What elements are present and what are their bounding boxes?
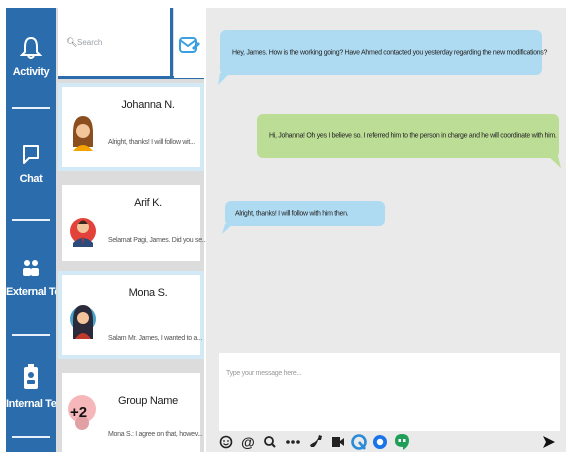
conversation-item[interactable]: Johanna N. Alright, thanks! I will follo… [58,83,204,171]
search-icon[interactable] [263,432,277,452]
message-incoming: Hey, James. How is the working going? Ha… [220,30,547,75]
contact-name: Arif K. [134,197,162,209]
message-text: Hey, James. How is the working going? Ha… [232,49,548,56]
nav-item-activity[interactable]: Activity [6,36,56,78]
nav-item-internal-team[interactable]: Internal Team [6,364,72,410]
message-preview: Selamat Pagi, James. Did you se... [108,237,207,244]
emoji-icon[interactable] [219,432,233,452]
search-icon: 🔍︎ [66,37,78,47]
bubble-tail [222,224,233,234]
avatar [70,112,96,152]
nav-divider [12,334,50,336]
bubble-tail [218,73,230,85]
message-input[interactable]: Type your message here... [219,353,560,431]
nav-item-chat[interactable]: Chat [6,143,56,185]
conversation-item[interactable]: Arif K. Selamat Pagi, James. Did you se.… [58,177,207,265]
bubble-tail [548,156,561,168]
avatar [70,218,96,247]
nav-divider [12,219,50,221]
avatar [70,305,96,339]
nav-divider [12,107,50,109]
message-text: Alright, thanks! I will follow with him … [235,210,349,217]
bell-icon [20,36,42,59]
search-box[interactable]: 🔍︎ Search [58,8,171,78]
conversation-item[interactable]: Mona S. Salam Mr. James, I wanted to a..… [58,271,204,359]
nav-item-external-team[interactable]: External Team [6,258,76,298]
nav-label-external-team: External Team [6,286,76,298]
nav-label-internal-team: Internal Team [6,398,72,410]
nav-label-chat: Chat [19,173,43,185]
chat-icon [23,145,39,164]
badge-icon [24,364,38,389]
compose-button[interactable] [174,8,204,78]
mention-icon[interactable]: @ [241,432,255,452]
contact-name: Group Name [118,395,178,407]
message-preview: Mona S.: I agree on that, howev... [108,431,203,438]
contact-name: Johanna N. [121,99,175,111]
send-button[interactable] [542,432,556,452]
message-outgoing: Hi, Johanna! Oh yes I believe so. I refe… [257,114,559,158]
nav-divider [12,436,50,438]
message-text: Hi, Johanna! Oh yes I believe so. I refe… [269,132,557,140]
conversation-item[interactable]: +2 Group Name Mona S.: I agree on that, … [58,365,204,452]
hangouts-icon[interactable] [394,432,410,452]
message-incoming: Alright, thanks! I will follow with him … [225,201,385,226]
contact-name: Mona S. [128,287,168,299]
team-icon [23,260,39,276]
skype-icon[interactable] [372,432,388,452]
search-divider [170,8,173,78]
nav-label-activity: Activity [12,66,50,78]
group-count-badge: +2 [70,404,88,421]
side-nav: Activity Chat External Team Internal Tea… [6,8,76,452]
composer-toolbar: @ [219,432,560,452]
message-placeholder: Type your message here... [226,370,302,377]
search-input[interactable]: Search [77,38,102,47]
message-preview: Salam Mr. James, I wanted to a... [108,335,202,342]
meet-icon[interactable] [351,432,367,452]
message-preview: Alright, thanks! I will follow wit... [108,139,195,146]
more-icon[interactable] [285,432,301,452]
phone-icon[interactable] [309,432,323,452]
compose-icon [179,37,200,53]
send-icon [543,436,555,448]
video-icon[interactable] [331,432,345,452]
